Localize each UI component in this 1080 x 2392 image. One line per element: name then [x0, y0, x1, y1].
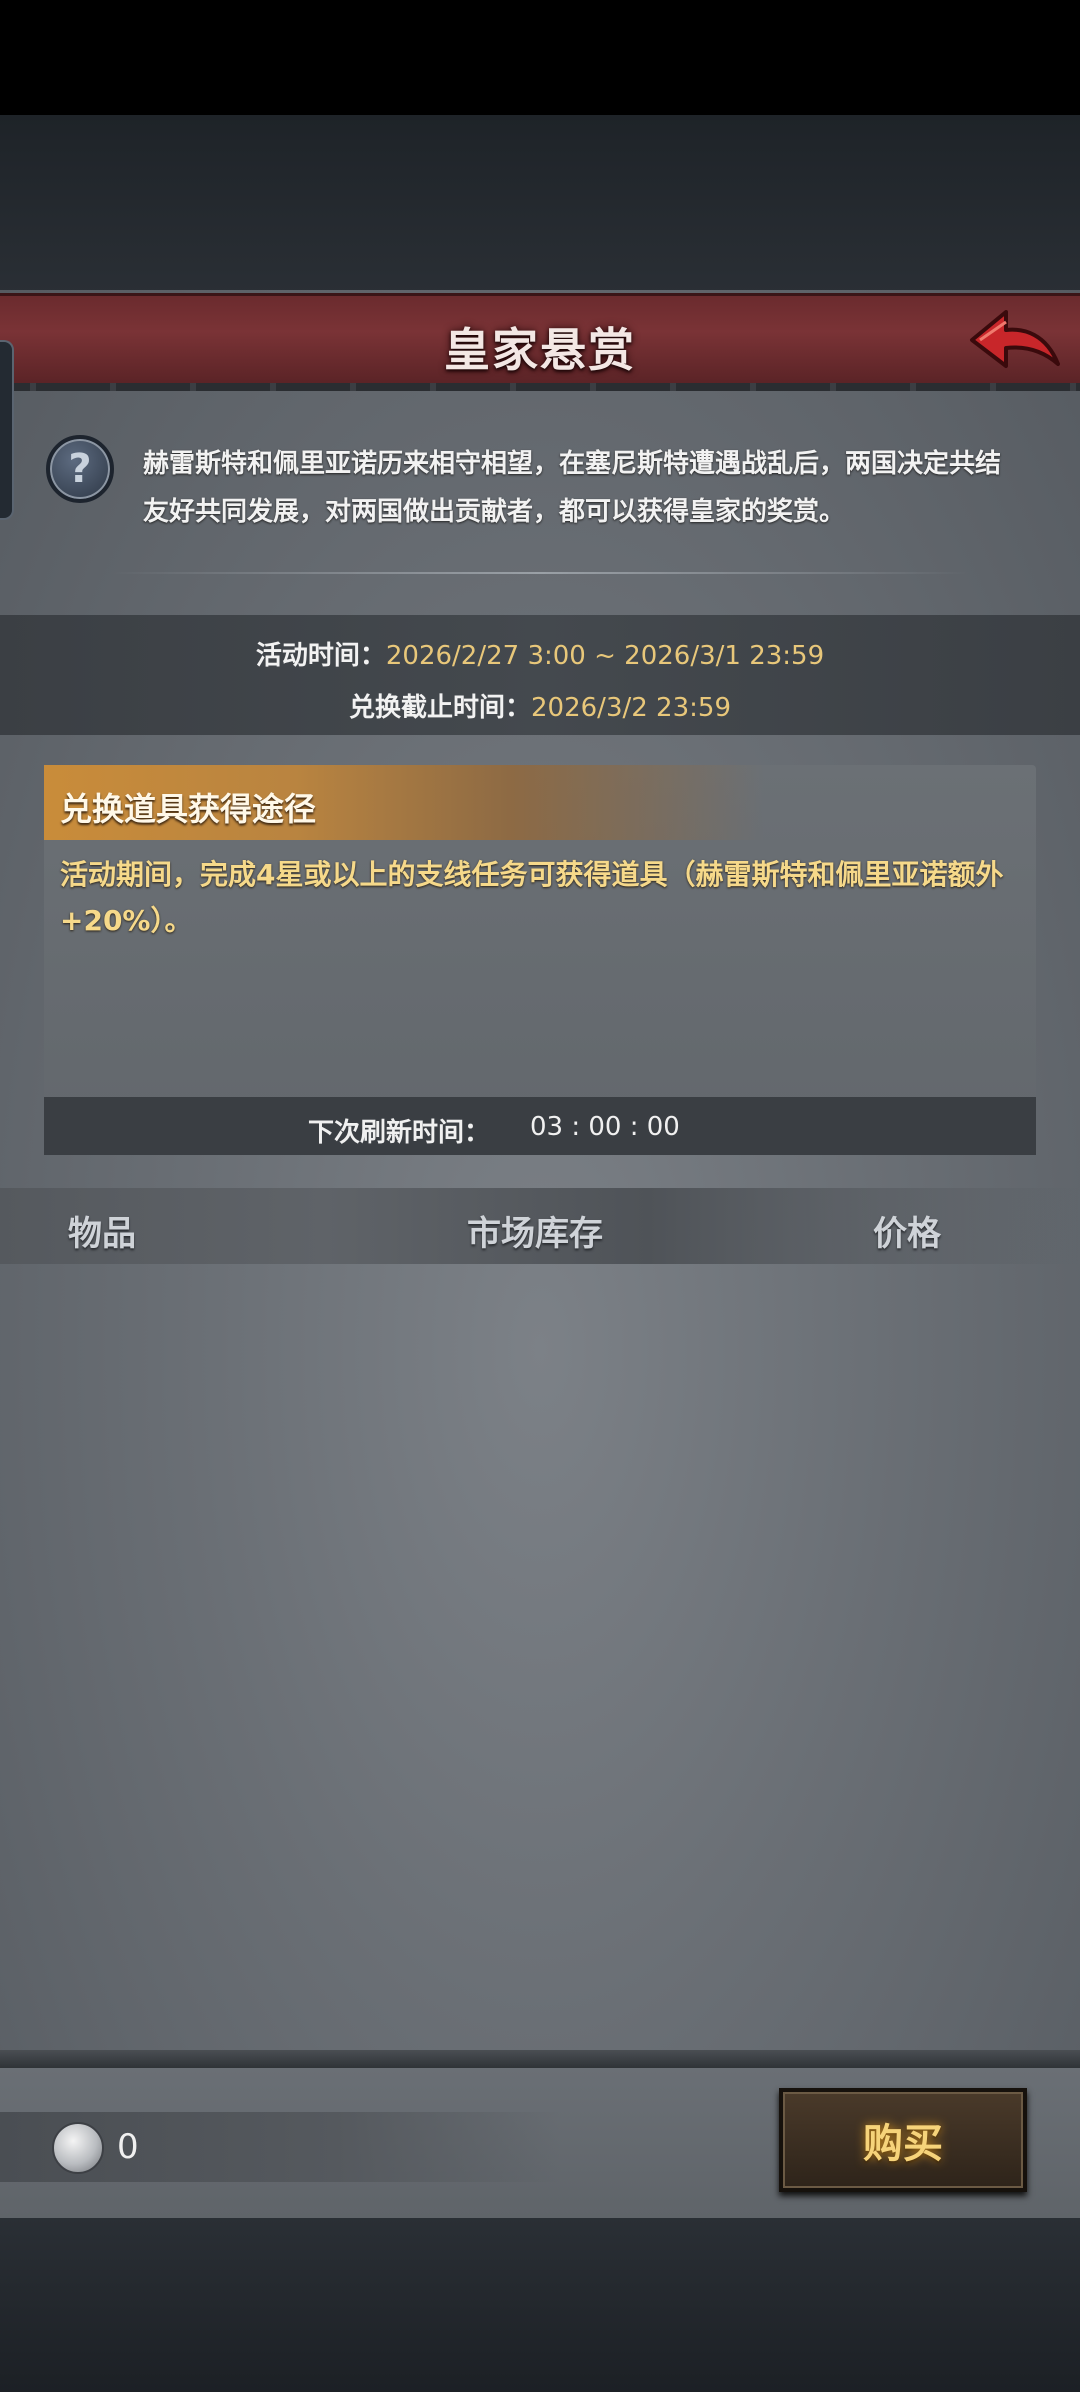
title-bar: 皇家悬赏 — [0, 293, 1080, 391]
side-drawer-handle[interactable] — [0, 340, 14, 520]
column-header-stock: 市场库存 — [467, 1214, 603, 1254]
coin-count: 0 — [117, 2127, 139, 2167]
source-description: 活动期间，完成4星或以上的支线任务可获得道具（赫雷斯特和佩里亚诺额外+20%）。 — [60, 858, 1004, 937]
top-backdrop — [0, 115, 1080, 295]
back-arrow-icon — [970, 310, 1060, 368]
column-header-price: 价格 — [873, 1214, 941, 1254]
time-info-band: 活动时间：2026/2/27 3:00 ~ 2026/3/1 23:59 兑换截… — [0, 615, 1080, 735]
source-title: 兑换道具获得途径 — [60, 790, 317, 828]
column-header-item: 物品 — [68, 1214, 136, 1254]
bottom-backdrop — [0, 2218, 1080, 2392]
activity-time-row: 活动时间：2026/2/27 3:00 ~ 2026/3/1 23:59 — [0, 635, 1080, 672]
divider — [110, 572, 970, 574]
help-icon[interactable]: ? — [46, 435, 114, 503]
exchange-deadline-label: 兑换截止时间： — [349, 693, 532, 723]
buy-button[interactable]: 购买 — [779, 2088, 1027, 2192]
back-button[interactable] — [966, 304, 1066, 380]
activity-time-label: 活动时间： — [255, 641, 386, 671]
exchange-deadline-row: 兑换截止时间：2026/3/2 23:59 — [0, 687, 1080, 724]
intro-text: 赫雷斯特和佩里亚诺历来相守相望，在塞尼斯特遭遇战乱后，两国决定共结友好共同发展，… — [143, 449, 1002, 527]
bottom-separator — [0, 2050, 1080, 2068]
silver-coin-icon — [52, 2122, 104, 2174]
refresh-timer: 03 : 00 : 00 — [530, 1112, 680, 1142]
status-bar — [0, 0, 1080, 115]
activity-time-value: 2026/2/27 3:00 ~ 2026/3/1 23:59 — [385, 641, 825, 671]
refresh-label: 下次刷新时间： — [308, 1118, 491, 1148]
page-title: 皇家悬赏 — [444, 323, 636, 377]
exchange-deadline-value: 2026/3/2 23:59 — [531, 693, 731, 723]
